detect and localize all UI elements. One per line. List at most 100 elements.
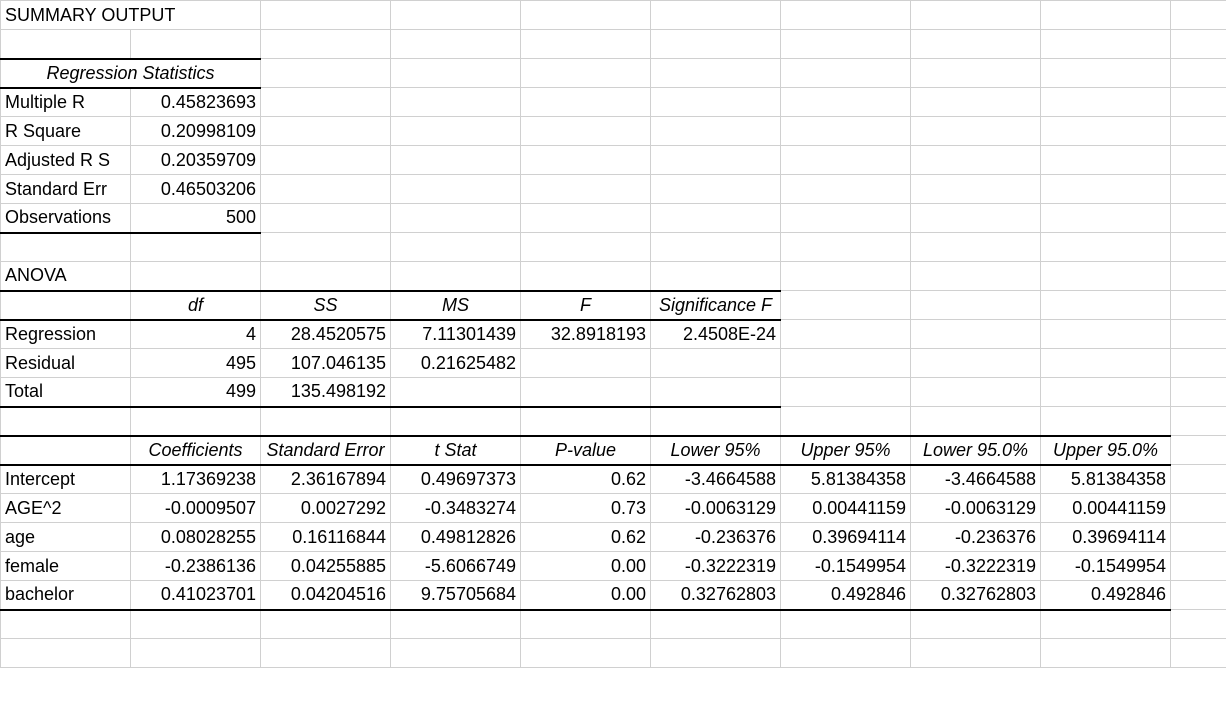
- cell[interactable]: [1171, 523, 1226, 552]
- coef-row-bachelor[interactable]: bachelor: [1, 581, 131, 610]
- cell[interactable]: [781, 204, 911, 233]
- cell[interactable]: [1171, 117, 1226, 146]
- coef-bachelor-c[interactable]: 0.41023701: [131, 581, 261, 610]
- cell[interactable]: [261, 175, 391, 204]
- cell[interactable]: [1, 30, 131, 59]
- label-adj-r-square[interactable]: Adjusted R S: [1, 146, 131, 175]
- coef-age2-p[interactable]: 0.73: [521, 494, 651, 523]
- coef-intercept-c[interactable]: 1.17369238: [131, 465, 261, 494]
- cell[interactable]: [391, 407, 521, 436]
- cell[interactable]: [781, 291, 911, 320]
- cell[interactable]: [651, 378, 781, 407]
- anova-total-df[interactable]: 499: [131, 378, 261, 407]
- coef-female-c[interactable]: -0.2386136: [131, 552, 261, 581]
- coef-age-c[interactable]: 0.08028255: [131, 523, 261, 552]
- cell[interactable]: [651, 639, 781, 668]
- coef-bachelor-u95b[interactable]: 0.492846: [1041, 581, 1171, 610]
- anova-regression-sigf[interactable]: 2.4508E-24: [651, 320, 781, 349]
- cell[interactable]: [1041, 639, 1171, 668]
- cell[interactable]: [781, 407, 911, 436]
- cell[interactable]: [1171, 233, 1226, 262]
- cell[interactable]: [391, 639, 521, 668]
- cell[interactable]: [1, 436, 131, 465]
- cell[interactable]: [521, 233, 651, 262]
- cell[interactable]: [911, 233, 1041, 262]
- coef-header-l95[interactable]: Lower 95%: [651, 436, 781, 465]
- cell[interactable]: [1041, 262, 1171, 291]
- cell[interactable]: [1171, 407, 1226, 436]
- value-observations[interactable]: 500: [131, 204, 261, 233]
- cell[interactable]: [391, 88, 521, 117]
- cell[interactable]: [391, 378, 521, 407]
- cell[interactable]: [391, 59, 521, 88]
- coef-header-u95[interactable]: Upper 95%: [781, 436, 911, 465]
- cell[interactable]: [911, 175, 1041, 204]
- cell[interactable]: [1041, 204, 1171, 233]
- cell[interactable]: [131, 262, 261, 291]
- coef-bachelor-se[interactable]: 0.04204516: [261, 581, 391, 610]
- cell[interactable]: [521, 378, 651, 407]
- cell[interactable]: [781, 1, 911, 30]
- cell[interactable]: [911, 378, 1041, 407]
- cell[interactable]: [521, 610, 651, 639]
- cell[interactable]: [911, 407, 1041, 436]
- cell[interactable]: [261, 610, 391, 639]
- coef-age-u95[interactable]: 0.39694114: [781, 523, 911, 552]
- cell[interactable]: [521, 639, 651, 668]
- cell[interactable]: [911, 1, 1041, 30]
- value-adj-r-square[interactable]: 0.20359709: [131, 146, 261, 175]
- anova-header-ms[interactable]: MS: [391, 291, 521, 320]
- cell[interactable]: [391, 610, 521, 639]
- cell[interactable]: [1171, 1, 1226, 30]
- cell[interactable]: [781, 320, 911, 349]
- cell[interactable]: [651, 204, 781, 233]
- value-multiple-r[interactable]: 0.45823693: [131, 88, 261, 117]
- cell[interactable]: [911, 88, 1041, 117]
- coef-age-t[interactable]: 0.49812826: [391, 523, 521, 552]
- coef-header-t[interactable]: t Stat: [391, 436, 521, 465]
- cell[interactable]: [781, 349, 911, 378]
- coef-age-l95[interactable]: -0.236376: [651, 523, 781, 552]
- cell[interactable]: [1171, 378, 1226, 407]
- cell[interactable]: [911, 262, 1041, 291]
- cell[interactable]: [1171, 581, 1226, 610]
- anova-label[interactable]: ANOVA: [1, 262, 131, 291]
- coef-age2-u95[interactable]: 0.00441159: [781, 494, 911, 523]
- cell[interactable]: [261, 146, 391, 175]
- cell[interactable]: [651, 175, 781, 204]
- cell[interactable]: [131, 639, 261, 668]
- cell[interactable]: [911, 320, 1041, 349]
- coef-row-intercept[interactable]: Intercept: [1, 465, 131, 494]
- coef-intercept-p[interactable]: 0.62: [521, 465, 651, 494]
- cell[interactable]: [261, 59, 391, 88]
- cell[interactable]: [1171, 639, 1226, 668]
- anova-regression-df[interactable]: 4: [131, 320, 261, 349]
- cell[interactable]: [1041, 610, 1171, 639]
- cell[interactable]: [521, 1, 651, 30]
- cell[interactable]: [781, 59, 911, 88]
- coef-bachelor-u95[interactable]: 0.492846: [781, 581, 911, 610]
- cell[interactable]: [1041, 175, 1171, 204]
- cell[interactable]: [1171, 320, 1226, 349]
- coef-female-t[interactable]: -5.6066749: [391, 552, 521, 581]
- cell[interactable]: [521, 146, 651, 175]
- cell[interactable]: [1041, 30, 1171, 59]
- coef-row-age[interactable]: age: [1, 523, 131, 552]
- coef-bachelor-p[interactable]: 0.00: [521, 581, 651, 610]
- cell[interactable]: [781, 262, 911, 291]
- coef-age2-t[interactable]: -0.3483274: [391, 494, 521, 523]
- coef-female-u95b[interactable]: -0.1549954: [1041, 552, 1171, 581]
- cell[interactable]: [1171, 291, 1226, 320]
- cell[interactable]: [261, 262, 391, 291]
- cell[interactable]: [1171, 59, 1226, 88]
- cell[interactable]: [391, 117, 521, 146]
- coef-row-female[interactable]: female: [1, 552, 131, 581]
- cell[interactable]: [521, 349, 651, 378]
- cell[interactable]: [1, 291, 131, 320]
- cell[interactable]: [521, 175, 651, 204]
- cell[interactable]: [781, 610, 911, 639]
- cell[interactable]: [1171, 349, 1226, 378]
- anova-residual-ss[interactable]: 107.046135: [261, 349, 391, 378]
- cell[interactable]: [521, 59, 651, 88]
- cell[interactable]: [1, 407, 131, 436]
